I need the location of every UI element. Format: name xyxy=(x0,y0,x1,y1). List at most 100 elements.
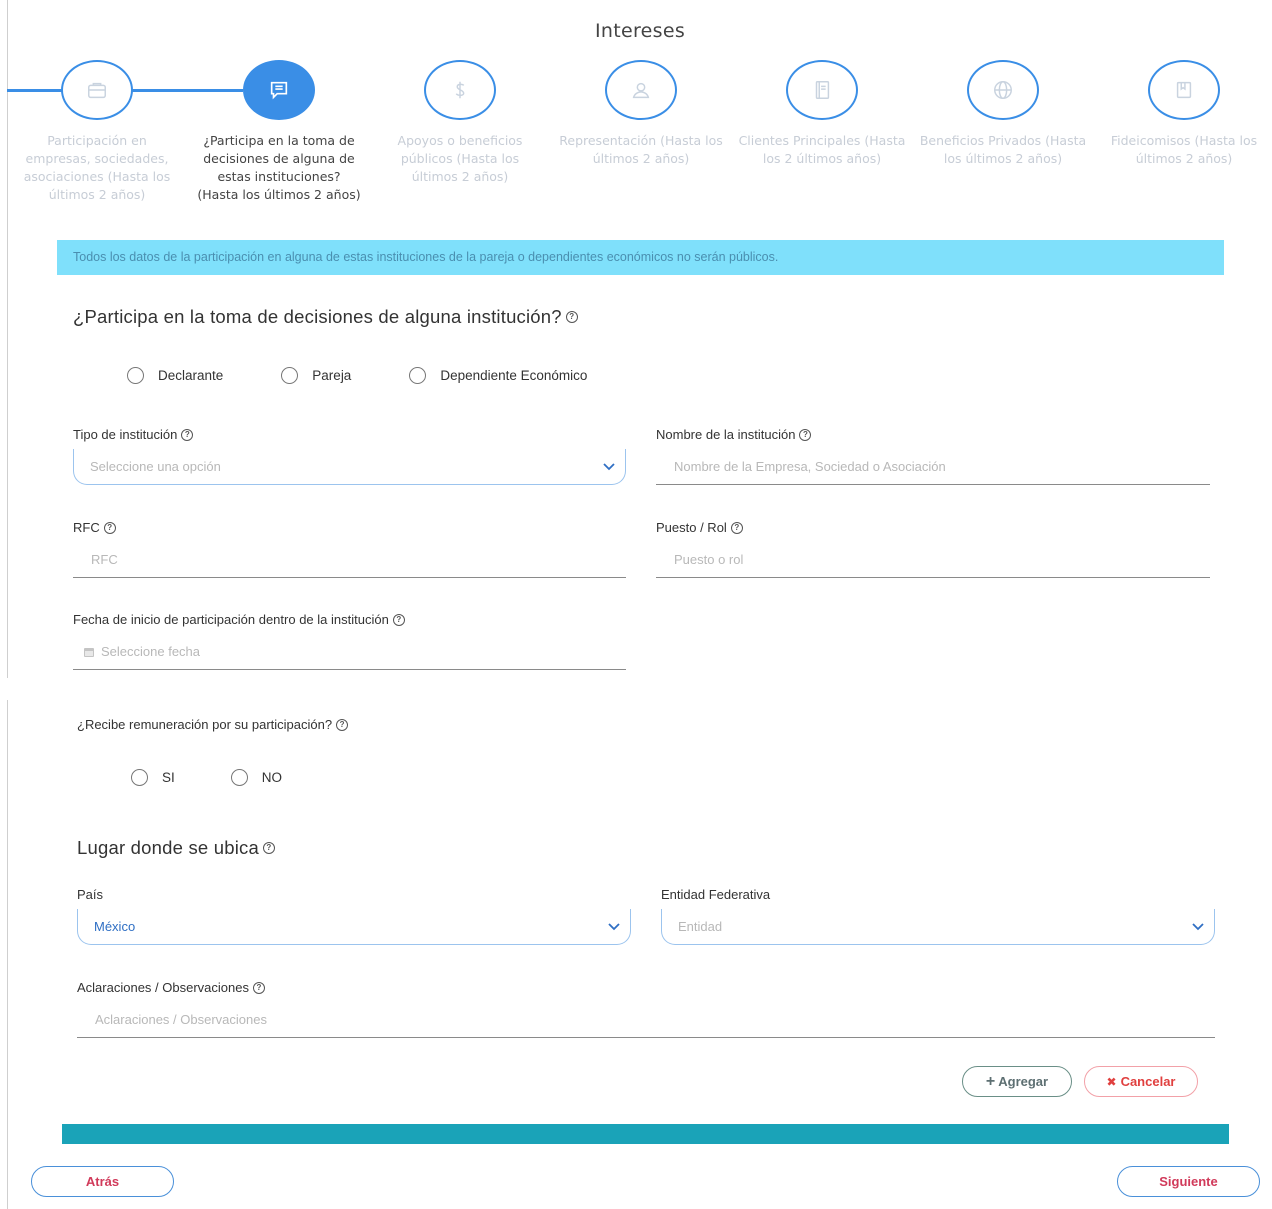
help-icon[interactable]: ? xyxy=(565,311,578,324)
step-beneficios-privados[interactable]: Beneficios Privados (Hasta los últimos 2… xyxy=(913,60,1093,168)
step-label: ¿Participa en la toma de decisiones de a… xyxy=(197,133,361,202)
step-apoyos-beneficios[interactable]: Apoyos o beneficios públicos (Hasta los … xyxy=(370,60,550,186)
step-label: Participación en empresas, sociedades, a… xyxy=(23,133,171,202)
chat-icon xyxy=(270,81,288,100)
step-label: Representación (Hasta los últimos 2 años… xyxy=(559,133,723,166)
radio-dependiente[interactable]: Dependiente Económico xyxy=(409,367,587,384)
add-button[interactable]: + Agregar xyxy=(962,1066,1072,1097)
step-circle[interactable] xyxy=(424,60,496,120)
ubicacion-title-text: Lugar donde se ubica xyxy=(77,837,259,858)
puesto-input[interactable] xyxy=(674,542,1210,577)
step-circle[interactable] xyxy=(61,60,133,120)
step-toma-decisiones[interactable]: ¿Participa en la toma de decisiones de a… xyxy=(189,60,369,204)
radio-pareja[interactable]: Pareja xyxy=(281,367,351,384)
label-text: Nombre de la institución xyxy=(656,427,796,442)
aclaraciones-label: Aclaraciones / Observaciones? xyxy=(77,980,265,995)
radio-declarante[interactable]: Declarante xyxy=(127,367,223,384)
puesto-label: Puesto / Rol? xyxy=(656,520,743,535)
section-divider-bar xyxy=(62,1124,1229,1144)
decision-section-title: ¿Participa en la toma de decisiones de a… xyxy=(73,306,578,328)
back-button[interactable]: Atrás xyxy=(31,1166,174,1197)
step-clientes-principales[interactable]: Clientes Principales (Hasta los 2 último… xyxy=(732,60,912,168)
rfc-input[interactable] xyxy=(91,542,626,577)
help-icon[interactable]: ? xyxy=(799,428,812,441)
step-label: Clientes Principales (Hasta los 2 último… xyxy=(738,133,906,166)
radio-no[interactable]: NO xyxy=(230,769,283,786)
entidad-select[interactable]: Entidad xyxy=(661,909,1215,945)
aclaraciones-field xyxy=(77,1002,1215,1038)
remuneracion-radio-group: SI NO xyxy=(131,769,282,786)
radio-circle[interactable] xyxy=(127,367,144,384)
pais-select[interactable]: México xyxy=(77,909,631,945)
aclaraciones-input[interactable] xyxy=(95,1002,1215,1037)
radio-label: Pareja xyxy=(312,368,352,383)
step-circle[interactable] xyxy=(967,60,1039,120)
dollar-icon xyxy=(455,81,465,99)
radio-circle[interactable] xyxy=(131,769,148,786)
help-icon[interactable]: ? xyxy=(181,428,194,441)
remuneracion-label: ¿Recibe remuneración por su participació… xyxy=(77,717,349,732)
label-text: Aclaraciones / Observaciones xyxy=(77,980,249,995)
help-icon[interactable]: ? xyxy=(392,613,405,626)
label-text: Tipo de institución xyxy=(73,427,178,442)
left-border-line xyxy=(7,700,8,1209)
label-text: Puesto / Rol xyxy=(656,520,727,535)
entidad-label: Entidad Federativa xyxy=(661,887,771,902)
page-title: Intereses xyxy=(594,20,686,42)
chevron-down-icon xyxy=(1192,922,1204,930)
step-label: Beneficios Privados (Hasta los últimos 2… xyxy=(919,133,1087,166)
next-button-label: Siguiente xyxy=(1159,1174,1218,1189)
decision-radio-group: Declarante Pareja Dependiente Económico xyxy=(127,367,587,384)
pais-value: México xyxy=(94,918,136,934)
radio-label: NO xyxy=(261,770,283,785)
help-icon[interactable]: ? xyxy=(103,521,116,534)
tipo-institucion-select[interactable]: Seleccione una opción xyxy=(73,449,626,485)
decision-title-text: ¿Participa en la toma de decisiones de a… xyxy=(73,306,562,327)
radio-circle[interactable] xyxy=(409,367,427,384)
select-placeholder: Seleccione una opción xyxy=(90,458,221,474)
rfc-field xyxy=(73,542,626,578)
step-participacion-empresas[interactable]: Participación en empresas, sociedades, a… xyxy=(7,60,187,204)
cancel-button-label: Cancelar xyxy=(1120,1074,1176,1089)
step-circle[interactable] xyxy=(605,60,677,120)
label-text: Fecha de inicio de participación dentro … xyxy=(73,612,389,627)
radio-circle[interactable] xyxy=(230,769,248,786)
fecha-label: Fecha de inicio de participación dentro … xyxy=(73,612,405,627)
calendar-icon xyxy=(84,647,94,657)
step-circle[interactable] xyxy=(243,60,315,120)
chevron-down-icon xyxy=(603,462,615,470)
book-icon xyxy=(1176,81,1192,99)
next-button[interactable]: Siguiente xyxy=(1117,1166,1260,1197)
radio-circle[interactable] xyxy=(281,367,299,384)
rfc-label: RFC? xyxy=(73,520,116,535)
radio-si[interactable]: SI xyxy=(131,769,175,786)
fecha-field[interactable]: Seleccione fecha xyxy=(73,634,626,670)
chevron-down-icon xyxy=(608,922,620,930)
entidad-placeholder: Entidad xyxy=(678,918,723,934)
step-circle[interactable] xyxy=(1148,60,1220,120)
help-icon[interactable]: ? xyxy=(252,981,265,994)
step-label: Fideicomisos (Hasta los últimos 2 años) xyxy=(1110,133,1258,166)
cancel-button[interactable]: ✖ Cancelar xyxy=(1084,1066,1198,1097)
notebook-icon xyxy=(815,81,830,99)
nombre-institucion-label: Nombre de la institución? xyxy=(656,427,812,442)
globe-icon xyxy=(994,81,1012,99)
label-text: RFC xyxy=(73,520,100,535)
radio-label: Declarante xyxy=(158,368,224,383)
radio-label: SI xyxy=(162,770,175,785)
user-icon xyxy=(632,82,650,99)
help-icon[interactable]: ? xyxy=(262,842,275,855)
briefcase-icon xyxy=(88,82,106,99)
back-button-label: Atrás xyxy=(85,1174,120,1189)
privacy-alert: Todos los datos de la participación en a… xyxy=(57,240,1224,275)
step-representacion[interactable]: Representación (Hasta los últimos 2 años… xyxy=(551,60,731,168)
help-icon[interactable]: ? xyxy=(336,718,349,731)
step-circle[interactable] xyxy=(786,60,858,120)
nombre-institucion-input[interactable] xyxy=(674,449,1210,484)
puesto-field xyxy=(656,542,1210,578)
step-label: Apoyos o beneficios públicos (Hasta los … xyxy=(397,133,523,184)
help-icon[interactable]: ? xyxy=(730,521,743,534)
close-icon: ✖ xyxy=(1106,1074,1117,1089)
step-fideicomisos[interactable]: Fideicomisos (Hasta los últimos 2 años) xyxy=(1094,60,1272,168)
ubicacion-section-title: Lugar donde se ubica? xyxy=(77,837,275,859)
